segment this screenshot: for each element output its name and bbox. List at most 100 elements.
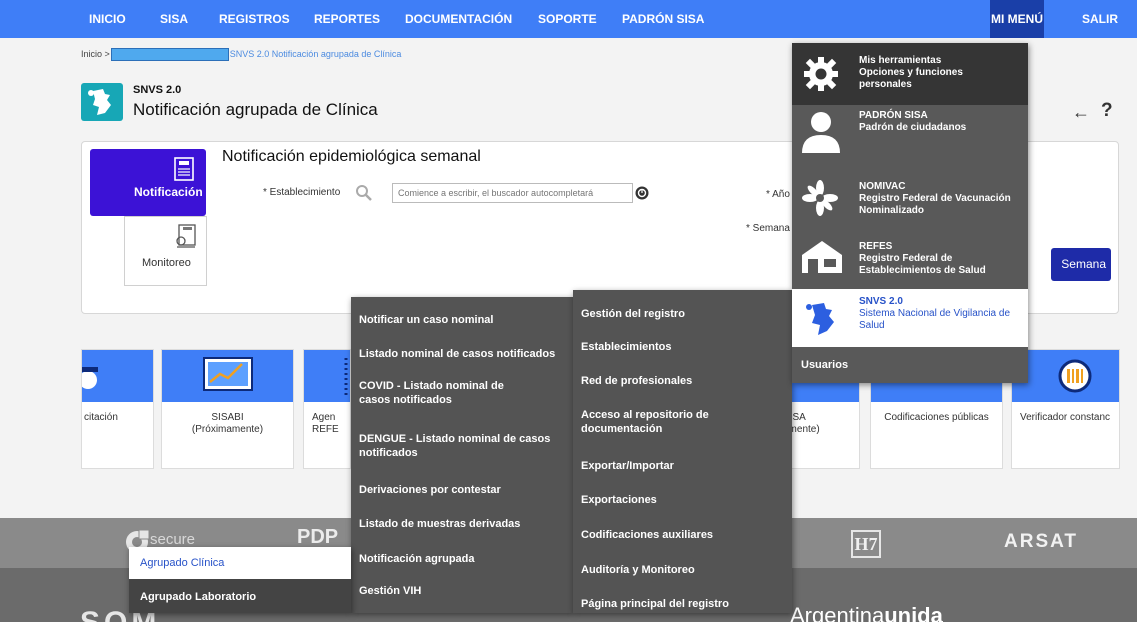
mis-herramientas-item[interactable]: Mis herramientas Opciones y funciones pe… xyxy=(792,43,1028,105)
map-icon xyxy=(88,89,111,115)
person-icon xyxy=(802,112,840,153)
breadcrumb-redacted xyxy=(110,48,229,61)
tile-monitoreo[interactable]: Monitoreo xyxy=(124,216,207,286)
tile-header xyxy=(304,350,350,402)
tile-label: SISABI (Próximamente) xyxy=(162,412,293,436)
snvs-item[interactable]: SNVS 2.0 Sistema Nacional de Vigilancia … xyxy=(792,289,1028,347)
establecimiento-label: * Establecimiento xyxy=(263,187,341,198)
semana-label: * Semana xyxy=(746,223,790,234)
chart-monitor-icon xyxy=(203,357,253,391)
tile-agenda-refes[interactable]: Agen REFE xyxy=(303,349,351,469)
menu-item-muestras-derivadas[interactable]: Listado de muestras derivadas xyxy=(351,517,573,531)
menu-item-establecimientos[interactable]: Establecimientos xyxy=(573,340,792,354)
tile-label-line2: (Próximamente) xyxy=(191,424,264,435)
gear-icon xyxy=(804,57,838,91)
menu-item-repositorio[interactable]: Acceso al repositorio de documentación xyxy=(573,408,733,436)
dots-icon xyxy=(344,358,348,396)
nav-documentacion[interactable]: DOCUMENTACIÓN xyxy=(405,0,512,38)
building-icon xyxy=(802,241,842,273)
snvs-app-icon xyxy=(81,83,123,121)
top-navigation: INICIO SISA REGISTROS REPORTES DOCUMENTA… xyxy=(0,0,1137,38)
page-title: Notificación agrupada de Clínica xyxy=(133,100,378,119)
monitor-form-icon xyxy=(176,224,196,248)
menu-item-gestion-registro[interactable]: Gestión del registro xyxy=(573,307,792,321)
map-icon xyxy=(806,303,834,335)
padron-sisa-title: PADRÓN SISA xyxy=(859,110,928,121)
tile-header xyxy=(79,350,153,402)
nav-inicio[interactable]: INICIO xyxy=(89,0,126,38)
card-title: Notificación epidemiológica semanal xyxy=(222,148,481,165)
menu-registro: Gestión del registro Establecimientos Re… xyxy=(573,290,792,613)
breadcrumb-inicio[interactable]: Inicio > xyxy=(81,49,110,59)
refes-sub: Registro Federal de Establecimientos de … xyxy=(859,253,986,276)
footer-arsat-logo: ARSAT xyxy=(1004,531,1079,552)
nomivac-sub: Registro Federal de Vacunación Nominaliz… xyxy=(859,193,1011,216)
form-icon xyxy=(174,157,194,181)
footer-secure-logo: secure xyxy=(150,531,196,548)
menu-item-agrupado-laboratorio[interactable]: Agrupado Laboratorio xyxy=(140,591,256,603)
tile-label-line1: Agen xyxy=(312,412,336,423)
search-icon[interactable] xyxy=(355,184,373,202)
nav-reportes[interactable]: REPORTES xyxy=(314,0,380,38)
usuarios-item[interactable]: Usuarios xyxy=(801,359,848,371)
menu-item-notificar-caso[interactable]: Notificar un caso nominal xyxy=(351,313,573,327)
footer-argentina-unida: Argentinaunida xyxy=(790,603,943,622)
footer-argentina: Argentina xyxy=(790,603,885,622)
menu-item-auditoria[interactable]: Auditoría y Monitoreo xyxy=(573,563,792,577)
tile-capacitacion[interactable]: citación xyxy=(79,349,154,469)
refes-title: REFES xyxy=(859,241,893,252)
snvs-title: SNVS 2.0 xyxy=(859,296,903,307)
menu-item-exportaciones[interactable]: Exportaciones xyxy=(573,493,792,507)
menu-snvs-clinica: Notificar un caso nominal Listado nomina… xyxy=(351,297,573,613)
tile-label: Verificador constanc xyxy=(1020,412,1111,423)
nav-soporte[interactable]: SOPORTE xyxy=(538,0,597,38)
nav-mi-menu[interactable]: MI MENÚ xyxy=(990,0,1044,38)
nav-salir[interactable]: SALIR xyxy=(1082,0,1118,38)
barcode-magnifier-icon xyxy=(1058,359,1092,393)
help-icon[interactable]: ? xyxy=(1101,100,1113,122)
refresh-icon[interactable] xyxy=(635,186,649,200)
tile-label: citación xyxy=(84,412,118,423)
nomivac-title: NOMIVAC xyxy=(859,181,906,192)
menu-item-red-profesionales[interactable]: Red de profesionales xyxy=(573,374,792,388)
app-subtitle: SNVS 2.0 xyxy=(133,84,182,96)
tile-label-line2: REFE xyxy=(312,424,339,435)
anio-label: * Año xyxy=(766,189,790,200)
breadcrumb-current[interactable]: SNVS 2.0 Notificación agrupada de Clínic… xyxy=(230,49,402,59)
tile-monitoreo-label: Monitoreo xyxy=(142,257,191,269)
padron-sisa-sub: Padrón de ciudadanos xyxy=(859,122,967,133)
tile-label-line1: SISABI xyxy=(211,412,244,423)
footer-h7-logo: H7 xyxy=(851,530,881,558)
footer-unida: unida xyxy=(884,603,943,622)
nav-sisa[interactable]: SISA xyxy=(160,0,188,38)
tile-label: Codificaciones públicas xyxy=(884,412,989,423)
tile-label: SISA amente) xyxy=(783,412,859,436)
mis-herramientas-sub: Opciones y funciones personales xyxy=(859,67,963,90)
nav-registros[interactable]: REGISTROS xyxy=(219,0,290,38)
establecimiento-input[interactable] xyxy=(392,183,633,203)
menu-agrupado: Agrupado Clínica Agrupado Laboratorio xyxy=(129,547,351,613)
menu-item-codificaciones-auxiliares[interactable]: Codificaciones auxiliares xyxy=(573,528,792,542)
menu-item-gestion-vih[interactable]: Gestión VIH xyxy=(351,584,573,598)
tile-label: Agen REFE xyxy=(312,412,350,436)
tile-sisabi[interactable]: SISABI (Próximamente) xyxy=(161,349,294,469)
menu-item-listado-nominal[interactable]: Listado nominal de casos notificados xyxy=(351,347,573,361)
back-arrow-icon[interactable]: ← xyxy=(1072,102,1090,123)
graduation-icon xyxy=(79,367,98,389)
tile-notificacion[interactable]: Notificación xyxy=(90,149,206,216)
tile-notificacion-label: Notificación xyxy=(134,185,203,199)
menu-item-notificacion-agrupada[interactable]: Notificación agrupada xyxy=(351,552,573,566)
mi-menu-panel: Mis herramientas Opciones y funciones pe… xyxy=(792,43,1028,383)
tile-header xyxy=(1012,350,1119,402)
flower-icon xyxy=(802,180,838,216)
breadcrumb: Inicio > SNVS 2.0 Notificación agrupada d… xyxy=(81,48,401,61)
nav-padron-sisa[interactable]: PADRÓN SISA xyxy=(622,0,704,38)
menu-item-agrupado-clinica[interactable]: Agrupado Clínica xyxy=(129,547,351,579)
semana-button[interactable]: Semana xyxy=(1051,248,1111,281)
menu-item-exportar-importar[interactable]: Exportar/Importar xyxy=(573,459,792,473)
menu-item-pagina-principal[interactable]: Página principal del registro xyxy=(573,597,792,611)
menu-item-dengue-listado[interactable]: DENGUE - Listado nominal de casos notifi… xyxy=(351,432,561,460)
snvs-sub: Sistema Nacional de Vigilancia de Salud xyxy=(859,308,1011,331)
menu-item-covid-listado[interactable]: COVID - Listado nominal de casos notific… xyxy=(351,379,541,407)
menu-item-derivaciones[interactable]: Derivaciones por contestar xyxy=(351,483,573,497)
